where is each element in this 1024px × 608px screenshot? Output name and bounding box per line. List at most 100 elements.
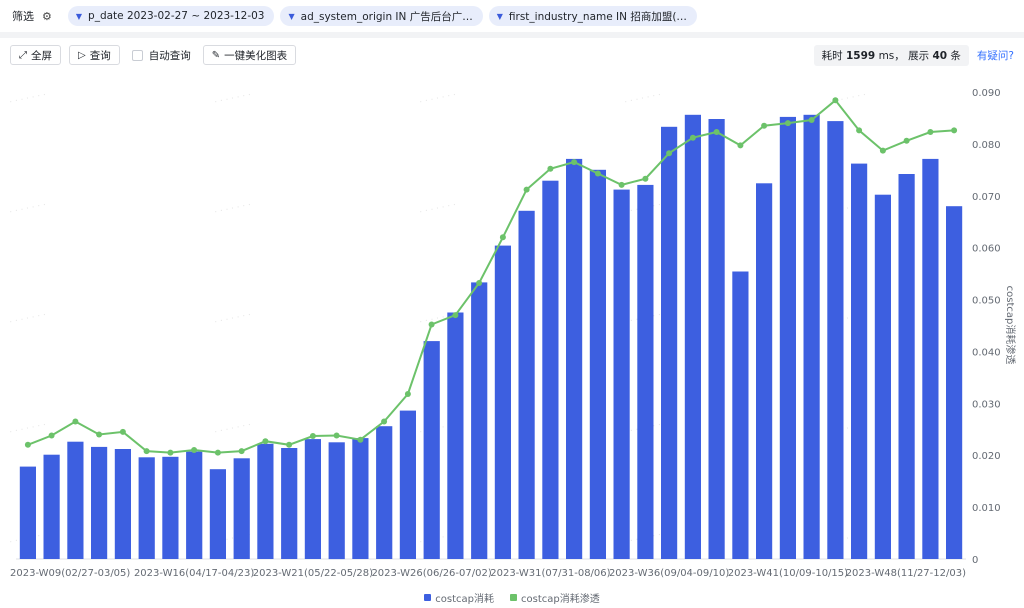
legend-swatch-line [510, 594, 517, 601]
filter-bar: 筛选 ⚙ ▼ p_date 2023-02-27 ~ 2023-12-03 ▼ … [0, 0, 1024, 32]
magic-wand-icon: ✎ [211, 49, 221, 61]
play-icon: ▷ [78, 49, 86, 61]
point [119, 428, 126, 435]
x-tick-label: 2023-W09(02/27-03/05) [10, 568, 130, 579]
x-axis: 2023-W09(02/27-03/05) 2023-W16(04/17-04/2… [10, 568, 966, 579]
filter-chip-industry[interactable]: ▼ first_industry_name IN 招商加盟(… [488, 6, 697, 26]
query-button[interactable]: ▷ 查询 [69, 45, 120, 65]
point [167, 449, 174, 456]
elapsed-value: 1599 [845, 49, 876, 62]
section-divider [0, 32, 1024, 38]
point [761, 122, 768, 129]
filter-chip-date[interactable]: ▼ p_date 2023-02-27 ~ 2023-12-03 [67, 6, 275, 26]
y-tick-label: 0.020 [972, 451, 1001, 462]
bar [494, 245, 511, 559]
query-label: 查询 [89, 49, 111, 62]
bar [257, 443, 274, 559]
legend-label: costcap消耗渗透 [521, 594, 600, 605]
shown-value: 40 [932, 49, 948, 62]
y-tick-label: 0.070 [972, 192, 1001, 203]
y-axis: 0 0.010 0.020 0.030 0.040 0.050 0.060 0.070 0.08… [972, 88, 1001, 566]
bar [233, 458, 250, 559]
point [48, 432, 55, 439]
chevron-down-icon: ▼ [288, 11, 295, 21]
point [309, 433, 316, 439]
bar [186, 451, 203, 559]
beautify-chart-button[interactable]: ✎ 一键美化图表 [202, 45, 297, 65]
point [286, 441, 293, 448]
query-stats: 耗时 1599 ms， 展示 40 条 [813, 44, 969, 66]
bar [447, 312, 464, 559]
bar [43, 454, 60, 559]
bar [376, 426, 393, 559]
bar [162, 456, 179, 559]
point [333, 432, 340, 439]
point [428, 321, 435, 328]
point [404, 391, 411, 397]
bar [281, 448, 298, 559]
query-result-panel: 筛选 ⚙ ▼ p_date 2023-02-27 ~ 2023-12-03 ▼ … [0, 0, 1024, 608]
auto-query-toggle[interactable]: 自动查询 [131, 48, 191, 63]
point [72, 418, 79, 425]
point [594, 170, 601, 177]
bar [328, 442, 345, 560]
filter-chip-text: first_industry_name IN 招商加盟(… [508, 10, 687, 23]
bar [91, 446, 108, 559]
bar [637, 184, 654, 559]
point [214, 449, 221, 456]
gear-icon[interactable]: ⚙ [42, 10, 52, 23]
point [856, 127, 863, 134]
point [238, 448, 245, 455]
bar [19, 466, 36, 559]
chevron-down-icon: ▼ [496, 11, 503, 21]
watermark-text: · · · · · · · [9, 420, 47, 438]
expand-icon: ⤢ [19, 49, 27, 61]
bar [898, 174, 915, 559]
auto-query-checkbox[interactable] [131, 49, 143, 61]
filter-chip-text: ad_system_origin IN 广告后台广… [300, 10, 473, 23]
y-tick-label: 0.010 [972, 503, 1001, 514]
legend-swatch-bar [424, 594, 432, 601]
bar [114, 449, 131, 559]
point [547, 165, 554, 172]
bar [661, 126, 678, 560]
point [927, 129, 934, 135]
point [618, 181, 625, 188]
bar [756, 183, 773, 560]
point [381, 418, 388, 425]
bar [803, 114, 820, 560]
beautify-label: 一键美化图表 [224, 49, 288, 62]
bar [423, 341, 440, 559]
point [499, 234, 506, 241]
legend-item-line[interactable]: costcap消耗渗透 [510, 590, 600, 605]
point [951, 127, 958, 134]
bar [922, 158, 939, 559]
bar [684, 114, 701, 560]
x-tick-label: 2023-W48(11/27-12/03) [846, 568, 966, 579]
point [523, 186, 530, 193]
point [262, 438, 269, 445]
bar [209, 469, 226, 559]
combo-chart: · · · · · · · · · · · · · · · · · · · · · ·… [9, 88, 1017, 579]
x-tick-label: 2023-W41(10/09-10/15) [728, 568, 848, 579]
chevron-down-icon: ▼ [75, 11, 83, 21]
legend-item-bar[interactable]: costcap消耗 [424, 590, 494, 605]
bar [708, 119, 725, 559]
auto-query-label: 自动查询 [148, 49, 191, 62]
x-tick-label: 2023-W26(06/26-07/02) [371, 568, 491, 579]
bar [471, 282, 488, 559]
bar [827, 121, 844, 559]
fullscreen-button[interactable]: ⤢ 全屏 [10, 45, 61, 65]
filter-chip-system-origin[interactable]: ▼ ad_system_origin IN 广告后台广… [280, 6, 483, 26]
watermark-text: · · · · · · · [214, 310, 252, 328]
chart-legend: costcap消耗 costcap消耗渗透 [0, 590, 1024, 605]
bar [732, 271, 749, 559]
point [642, 175, 649, 182]
bar [589, 169, 606, 560]
bar [542, 180, 559, 559]
point [879, 147, 886, 154]
watermark-text: · · · · · · · [624, 90, 662, 108]
help-link[interactable]: 有疑问? [977, 48, 1014, 63]
elapsed-prefix: 耗时 [821, 49, 843, 62]
query-status: 耗时 1599 ms， 展示 40 条 有疑问? [813, 44, 1014, 66]
